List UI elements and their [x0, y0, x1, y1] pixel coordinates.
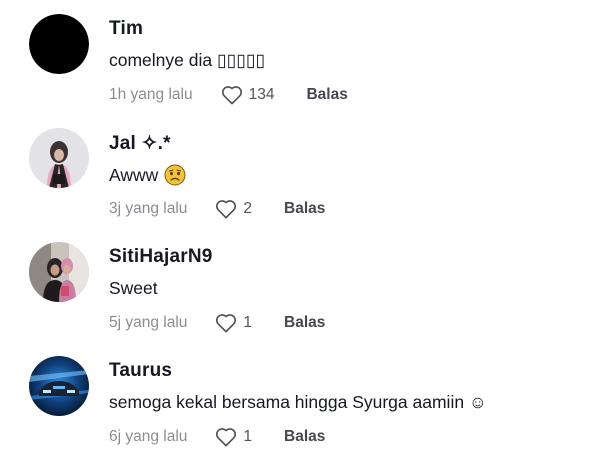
comment-text: comelnye dia ▯▯▯▯▯	[109, 50, 265, 71]
username[interactable]: Tim	[109, 18, 143, 40]
avatar[interactable]	[29, 128, 89, 188]
username[interactable]: Taurus	[109, 360, 172, 382]
avatar[interactable]	[29, 14, 89, 74]
like-button[interactable]: 1	[215, 313, 252, 333]
comment-text-content: comelnye dia ▯▯▯▯▯	[109, 50, 266, 70]
like-count: 134	[248, 86, 275, 103]
comment-item: Taurus semoga kekal bersama hingga Syurg…	[0, 342, 603, 456]
like-count: 2	[243, 200, 253, 217]
reply-button[interactable]: Balas	[284, 428, 325, 446]
like-button[interactable]: 2	[215, 199, 252, 219]
comment-text-content: Sweet	[109, 278, 158, 298]
comment-text: Awww	[109, 164, 186, 186]
heart-icon	[216, 428, 237, 447]
comment-item: Tim comelnye dia ▯▯▯▯▯ 1h yang lalu 134 …	[0, 0, 603, 114]
avatar[interactable]	[29, 242, 89, 302]
avatar-black-circle-icon	[29, 14, 89, 74]
comment-item: Jal ✧.* Awww 3j yang lalu 2 Balas	[0, 114, 603, 228]
heart-icon	[221, 86, 242, 105]
heart-icon	[216, 200, 237, 219]
username[interactable]: SitiHajarN9	[109, 246, 213, 268]
heart-icon	[216, 314, 237, 333]
comment-item: SitiHajarN9 Sweet 5j yang lalu 1 Balas	[0, 228, 603, 342]
comment-meta: 5j yang lalu 1 Balas	[109, 312, 325, 334]
sad-face-emoji-icon	[164, 164, 186, 186]
like-count: 1	[243, 314, 253, 331]
comment-time: 1h yang lalu	[109, 86, 193, 103]
comment-text: Sweet	[109, 278, 158, 299]
comment-time: 6j yang lalu	[109, 428, 188, 445]
reply-button[interactable]: Balas	[284, 314, 325, 332]
avatar-couple-photo-icon	[29, 242, 89, 302]
comment-meta: 6j yang lalu 1 Balas	[109, 426, 325, 448]
comment-meta: 1h yang lalu 134 Balas	[109, 84, 348, 106]
reply-button[interactable]: Balas	[306, 86, 347, 104]
avatar-girl-hijab-icon	[29, 128, 89, 188]
comment-text-content: Awww	[109, 164, 159, 185]
username[interactable]: Jal ✧.*	[109, 132, 171, 155]
avatar[interactable]	[29, 356, 89, 416]
comment-text-content: semoga kekal bersama hingga Syurga aamii…	[109, 392, 487, 412]
reply-button[interactable]: Balas	[284, 200, 325, 218]
avatar-blue-car-icon	[29, 356, 89, 416]
comment-text: semoga kekal bersama hingga Syurga aamii…	[109, 392, 487, 413]
comment-time: 5j yang lalu	[109, 314, 188, 331]
comment-meta: 3j yang lalu 2 Balas	[109, 198, 325, 220]
like-count: 1	[243, 428, 253, 445]
comment-time: 3j yang lalu	[109, 200, 188, 217]
like-button[interactable]: 134	[221, 85, 275, 105]
like-button[interactable]: 1	[215, 427, 252, 447]
